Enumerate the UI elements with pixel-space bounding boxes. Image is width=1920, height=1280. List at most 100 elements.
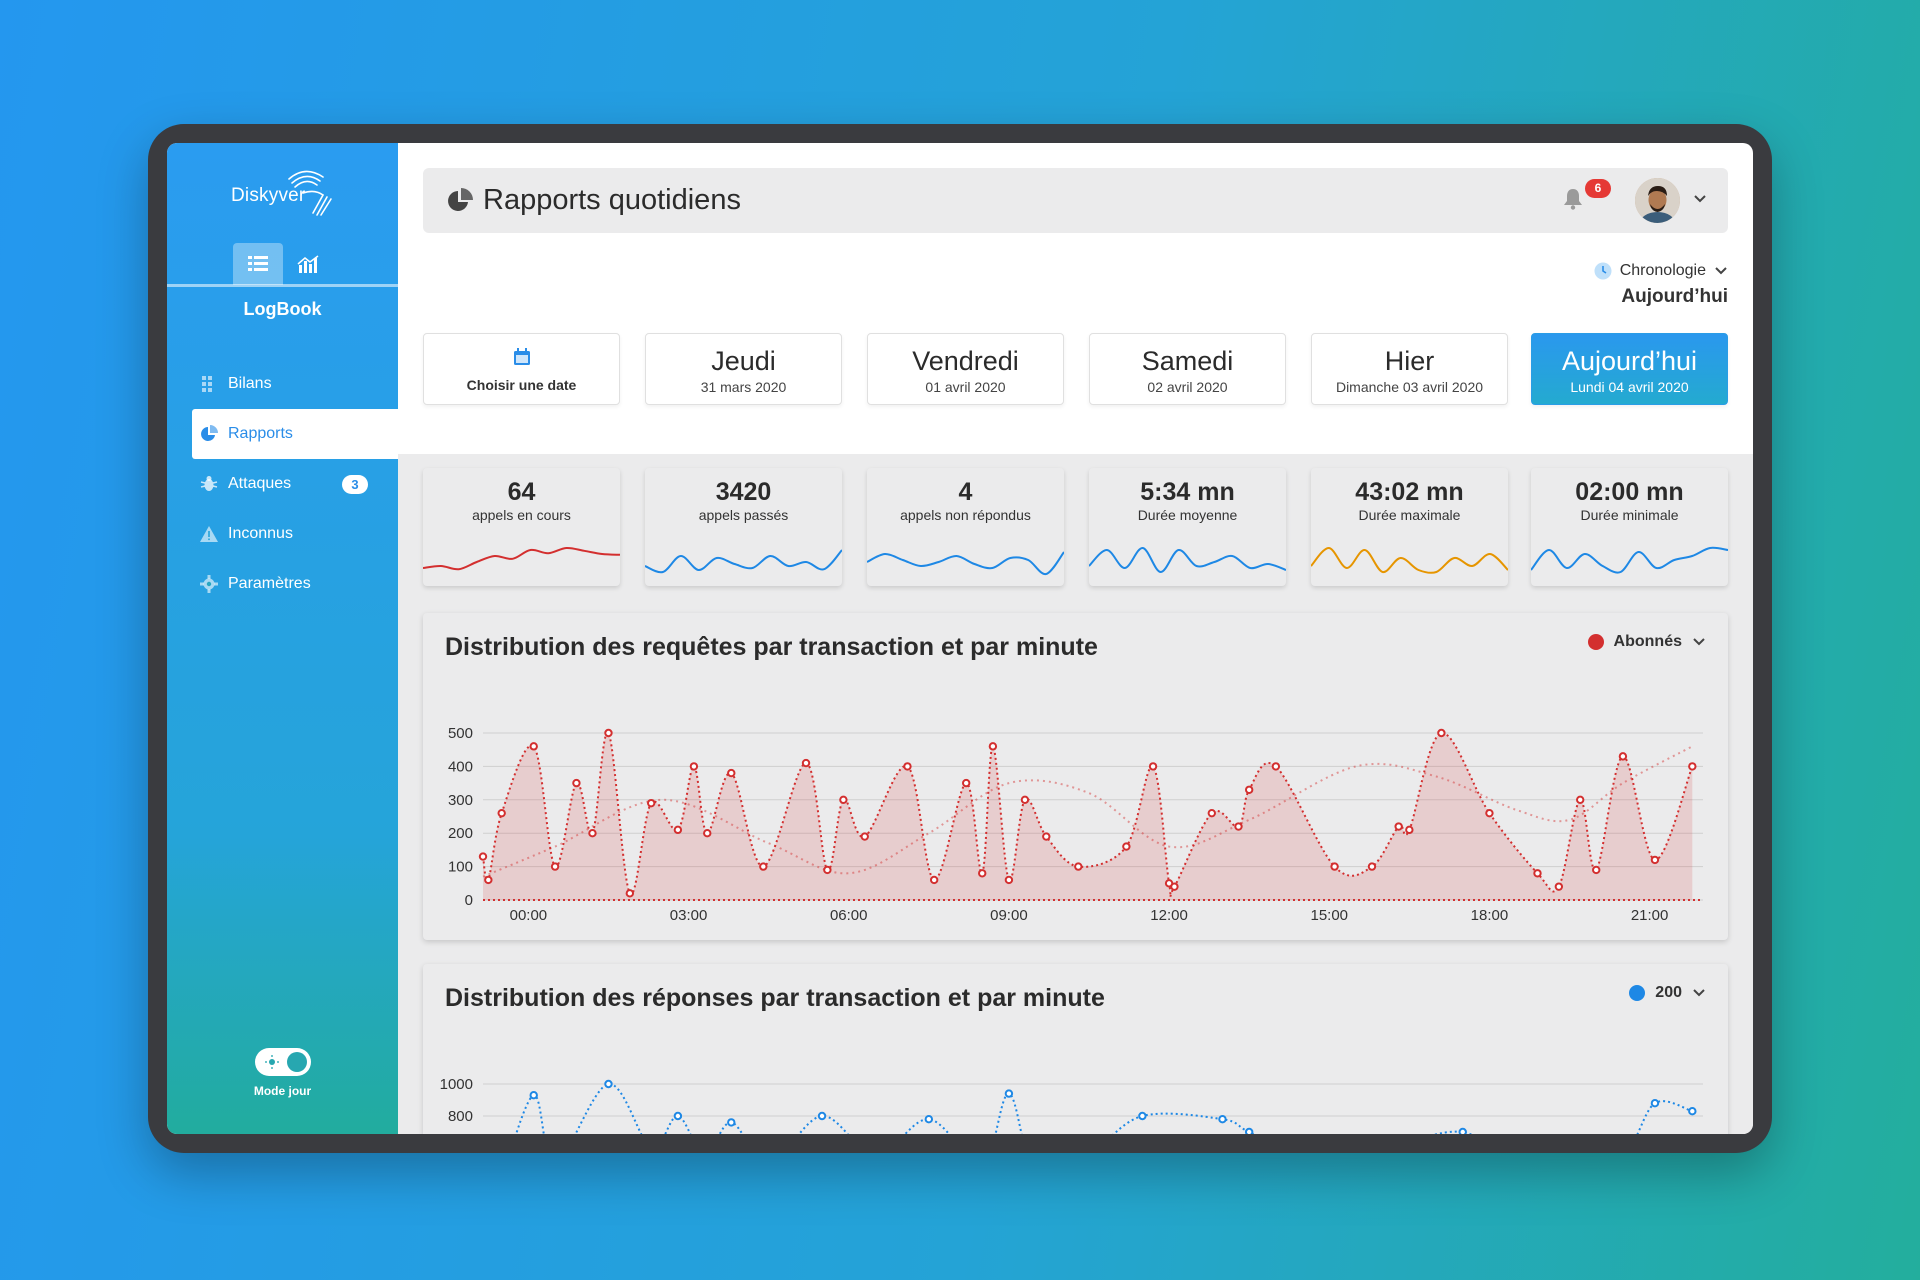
data-point (1244, 1127, 1254, 1134)
data-point (1575, 795, 1585, 805)
wave-logo-icon (288, 170, 332, 216)
day-name: Jeudi (711, 346, 776, 376)
data-point (625, 889, 635, 898)
kpi-sparkline (1089, 547, 1286, 573)
data-point (759, 862, 768, 871)
data-point (1042, 832, 1051, 841)
y-tick-label: 0 (465, 892, 473, 909)
data-point (673, 825, 683, 835)
data-point (1405, 825, 1414, 835)
attacks-count-badge: 3 (342, 475, 368, 494)
list-view-button[interactable] (233, 243, 283, 285)
day-name: Hier (1384, 346, 1435, 376)
x-tick-label: 06:00 (830, 907, 868, 924)
chevron-down-icon (1715, 267, 1727, 275)
data-point (1004, 1089, 1014, 1098)
kpi-card[interactable]: 5:34 mn Durée moyenne (1089, 468, 1286, 586)
sidebar-item-bilans[interactable]: Bilans (192, 359, 398, 409)
y-tick-label: 300 (448, 792, 473, 809)
kpi-sparkline (867, 551, 1064, 576)
toggle-label: Mode jour (253, 1084, 312, 1098)
sidebar-item-attaques[interactable]: Attaques 3 (192, 459, 398, 509)
data-point (1367, 862, 1377, 871)
series-line (515, 1083, 1693, 1134)
y-tick-label: 400 (448, 758, 473, 775)
chevron-down-icon[interactable] (1693, 194, 1707, 204)
data-point (988, 742, 998, 751)
data-point (1207, 808, 1216, 818)
sidebar: Diskyver LogBook Bilans Rapports Attaque… (167, 143, 398, 1134)
main-content: Rapports quotidiens 6 Chronologie Aujour… (398, 143, 1753, 1134)
x-tick-label: 09:00 (990, 907, 1028, 924)
chart-view-button[interactable] (283, 243, 333, 285)
data-point (1688, 1107, 1697, 1116)
day-button-vendredi[interactable]: Vendredi 01 avril 2020 (867, 333, 1064, 405)
kpi-label: Durée maximale (1358, 507, 1461, 523)
chronology-selector[interactable]: Chronologie Aujourd’hui (1558, 262, 1728, 308)
day-mode-toggle-wrap: Mode jour (167, 1048, 398, 1098)
user-avatar-image (1635, 178, 1680, 223)
app-logo[interactable]: Diskyver (231, 165, 341, 221)
y-tick-label: 800 (448, 1108, 473, 1125)
data-point (929, 875, 939, 885)
y-tick-label: 1000 (440, 1076, 473, 1093)
responses-chart-card: Distribution des réponses par transactio… (423, 964, 1728, 1134)
kpi-value: 43:02 mn (1355, 478, 1464, 506)
data-point (1650, 1099, 1660, 1108)
day-selector: Choisir une date Jeudi 31 mars 2020 Vend… (423, 333, 1728, 407)
notification-badge: 6 (1585, 179, 1611, 198)
kpi-label: appels passés (698, 507, 789, 523)
chronology-value: Aujourd’hui (1621, 286, 1728, 307)
day-date: Dimanche 03 avril 2020 (1335, 379, 1484, 395)
day-name: Aujourd’hui (1561, 346, 1698, 376)
day-button-aujourdhui[interactable]: Aujourd’hui Lundi 04 avril 2020 (1531, 333, 1728, 405)
kpi-card[interactable]: 64 appels en cours (423, 468, 620, 586)
data-point (497, 808, 506, 818)
data-point (801, 758, 811, 768)
avatar[interactable] (1635, 178, 1680, 223)
data-point (604, 728, 613, 738)
bar-chart-icon (297, 255, 319, 273)
data-point (1020, 795, 1030, 805)
kpi-card[interactable]: 3420 appels passés (645, 468, 842, 586)
x-tick-label: 03:00 (670, 907, 708, 924)
kpi-sparkline (1311, 547, 1508, 574)
sparkline-path (1531, 546, 1728, 574)
requests-chart-card: Distribution des requêtes par transactio… (423, 613, 1728, 940)
kpi-card[interactable]: 4 appels non répondus (867, 468, 1064, 586)
day-button-samedi[interactable]: Samedi 02 avril 2020 (1089, 333, 1286, 405)
data-point (727, 1118, 736, 1127)
list-icon (200, 375, 218, 393)
data-point (978, 869, 987, 878)
sidebar-item-label: Paramètres (228, 575, 311, 592)
sidebar-item-parametres[interactable]: Paramètres (192, 559, 398, 609)
sidebar-nav: Bilans Rapports Attaques 3 Inconnus Para… (192, 359, 398, 609)
kpi-sparkline (423, 546, 620, 571)
day-name: Vendredi (912, 346, 1019, 376)
day-date: 01 avril 2020 (925, 379, 1006, 395)
warning-icon (200, 525, 218, 543)
data-point (1122, 842, 1131, 851)
day-button-hier[interactable]: Hier Dimanche 03 avril 2020 (1311, 333, 1508, 405)
data-point (961, 778, 971, 788)
data-point (1218, 1115, 1227, 1124)
y-tick-label: 500 (448, 725, 473, 742)
pie-chart-icon (448, 188, 473, 211)
day-date: 31 mars 2020 (700, 379, 787, 395)
sidebar-item-inconnus[interactable]: Inconnus (192, 509, 398, 559)
choose-date-button[interactable]: Choisir une date (423, 333, 620, 405)
day-date: Choisir une date (466, 377, 577, 393)
kpi-card[interactable]: 02:00 mn Durée minimale (1531, 468, 1728, 586)
clock-icon (1594, 262, 1612, 280)
day-button-jeudi[interactable]: Jeudi 31 mars 2020 (645, 333, 842, 405)
sidebar-item-rapports[interactable]: Rapports (192, 409, 398, 459)
bell-icon[interactable] (1563, 188, 1583, 210)
pie-chart-icon (200, 425, 218, 443)
kpi-card[interactable]: 43:02 mn Durée maximale (1311, 468, 1508, 586)
view-switch (167, 243, 398, 287)
app-screen: Diskyver LogBook Bilans Rapports Attaque… (167, 143, 1753, 1134)
sidebar-item-label: Bilans (228, 375, 272, 392)
data-point (1554, 882, 1564, 891)
kpi-row: 64 appels en cours 3420 appels passés 4 … (423, 468, 1728, 588)
day-mode-toggle[interactable] (254, 1048, 311, 1076)
